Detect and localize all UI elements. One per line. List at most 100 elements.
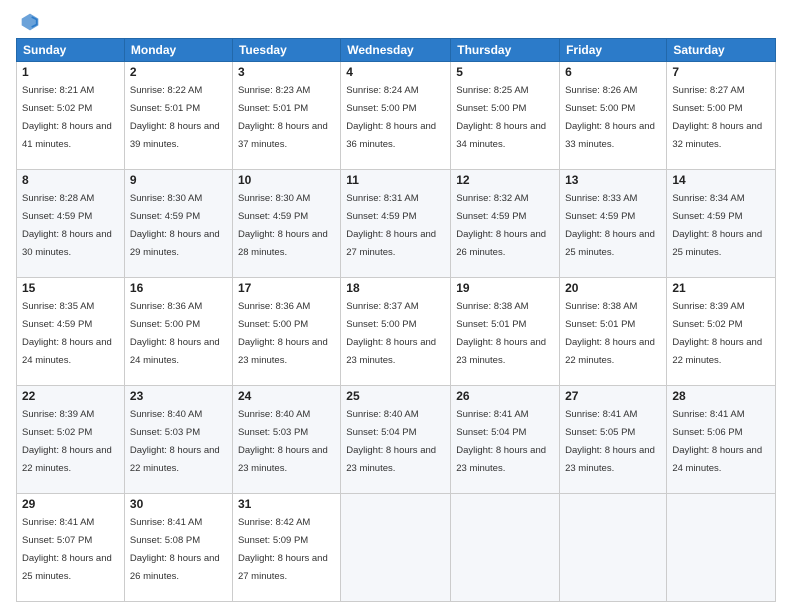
weekday-header: Sunday (17, 39, 125, 62)
day-info: Sunrise: 8:40 AMSunset: 5:03 PMDaylight:… (238, 409, 328, 474)
calendar-cell: 10 Sunrise: 8:30 AMSunset: 4:59 PMDaylig… (232, 170, 340, 278)
calendar-cell: 28 Sunrise: 8:41 AMSunset: 5:06 PMDaylig… (667, 386, 776, 494)
day-info: Sunrise: 8:27 AMSunset: 5:00 PMDaylight:… (672, 85, 762, 150)
weekday-header: Wednesday (341, 39, 451, 62)
calendar-cell: 24 Sunrise: 8:40 AMSunset: 5:03 PMDaylig… (232, 386, 340, 494)
day-info: Sunrise: 8:42 AMSunset: 5:09 PMDaylight:… (238, 517, 328, 582)
day-number: 10 (238, 173, 335, 187)
calendar: SundayMondayTuesdayWednesdayThursdayFrid… (16, 38, 776, 602)
day-info: Sunrise: 8:32 AMSunset: 4:59 PMDaylight:… (456, 193, 546, 258)
calendar-cell: 7 Sunrise: 8:27 AMSunset: 5:00 PMDayligh… (667, 62, 776, 170)
day-number: 4 (346, 65, 445, 79)
day-info: Sunrise: 8:39 AMSunset: 5:02 PMDaylight:… (22, 409, 112, 474)
day-info: Sunrise: 8:25 AMSunset: 5:00 PMDaylight:… (456, 85, 546, 150)
day-info: Sunrise: 8:41 AMSunset: 5:05 PMDaylight:… (565, 409, 655, 474)
calendar-cell: 18 Sunrise: 8:37 AMSunset: 5:00 PMDaylig… (341, 278, 451, 386)
day-number: 20 (565, 281, 661, 295)
day-number: 21 (672, 281, 770, 295)
day-number: 11 (346, 173, 445, 187)
calendar-header-row: SundayMondayTuesdayWednesdayThursdayFrid… (17, 39, 776, 62)
calendar-week-row: 15 Sunrise: 8:35 AMSunset: 4:59 PMDaylig… (17, 278, 776, 386)
day-info: Sunrise: 8:39 AMSunset: 5:02 PMDaylight:… (672, 301, 762, 366)
day-info: Sunrise: 8:33 AMSunset: 4:59 PMDaylight:… (565, 193, 655, 258)
calendar-cell: 26 Sunrise: 8:41 AMSunset: 5:04 PMDaylig… (451, 386, 560, 494)
logo-area (16, 12, 42, 32)
day-number: 12 (456, 173, 554, 187)
day-info: Sunrise: 8:38 AMSunset: 5:01 PMDaylight:… (456, 301, 546, 366)
day-number: 30 (130, 497, 227, 511)
calendar-cell: 9 Sunrise: 8:30 AMSunset: 4:59 PMDayligh… (124, 170, 232, 278)
weekday-header: Friday (560, 39, 667, 62)
day-number: 13 (565, 173, 661, 187)
calendar-cell: 21 Sunrise: 8:39 AMSunset: 5:02 PMDaylig… (667, 278, 776, 386)
day-number: 28 (672, 389, 770, 403)
day-number: 3 (238, 65, 335, 79)
calendar-cell (667, 494, 776, 602)
calendar-cell: 1 Sunrise: 8:21 AMSunset: 5:02 PMDayligh… (17, 62, 125, 170)
calendar-cell: 30 Sunrise: 8:41 AMSunset: 5:08 PMDaylig… (124, 494, 232, 602)
calendar-cell: 5 Sunrise: 8:25 AMSunset: 5:00 PMDayligh… (451, 62, 560, 170)
day-info: Sunrise: 8:22 AMSunset: 5:01 PMDaylight:… (130, 85, 220, 150)
day-number: 9 (130, 173, 227, 187)
day-number: 7 (672, 65, 770, 79)
day-info: Sunrise: 8:36 AMSunset: 5:00 PMDaylight:… (238, 301, 328, 366)
day-number: 23 (130, 389, 227, 403)
calendar-cell: 13 Sunrise: 8:33 AMSunset: 4:59 PMDaylig… (560, 170, 667, 278)
day-number: 15 (22, 281, 119, 295)
calendar-cell: 20 Sunrise: 8:38 AMSunset: 5:01 PMDaylig… (560, 278, 667, 386)
day-info: Sunrise: 8:30 AMSunset: 4:59 PMDaylight:… (130, 193, 220, 258)
calendar-cell (560, 494, 667, 602)
day-info: Sunrise: 8:34 AMSunset: 4:59 PMDaylight:… (672, 193, 762, 258)
day-info: Sunrise: 8:41 AMSunset: 5:06 PMDaylight:… (672, 409, 762, 474)
weekday-header: Saturday (667, 39, 776, 62)
day-info: Sunrise: 8:38 AMSunset: 5:01 PMDaylight:… (565, 301, 655, 366)
day-number: 6 (565, 65, 661, 79)
day-number: 29 (22, 497, 119, 511)
day-info: Sunrise: 8:40 AMSunset: 5:04 PMDaylight:… (346, 409, 436, 474)
calendar-cell: 27 Sunrise: 8:41 AMSunset: 5:05 PMDaylig… (560, 386, 667, 494)
calendar-cell: 22 Sunrise: 8:39 AMSunset: 5:02 PMDaylig… (17, 386, 125, 494)
calendar-cell: 6 Sunrise: 8:26 AMSunset: 5:00 PMDayligh… (560, 62, 667, 170)
calendar-cell: 31 Sunrise: 8:42 AMSunset: 5:09 PMDaylig… (232, 494, 340, 602)
day-info: Sunrise: 8:21 AMSunset: 5:02 PMDaylight:… (22, 85, 112, 150)
calendar-cell: 2 Sunrise: 8:22 AMSunset: 5:01 PMDayligh… (124, 62, 232, 170)
page: SundayMondayTuesdayWednesdayThursdayFrid… (0, 0, 792, 612)
calendar-cell: 19 Sunrise: 8:38 AMSunset: 5:01 PMDaylig… (451, 278, 560, 386)
day-number: 2 (130, 65, 227, 79)
header (16, 12, 776, 32)
calendar-week-row: 22 Sunrise: 8:39 AMSunset: 5:02 PMDaylig… (17, 386, 776, 494)
day-info: Sunrise: 8:35 AMSunset: 4:59 PMDaylight:… (22, 301, 112, 366)
day-number: 5 (456, 65, 554, 79)
calendar-cell: 16 Sunrise: 8:36 AMSunset: 5:00 PMDaylig… (124, 278, 232, 386)
day-number: 26 (456, 389, 554, 403)
day-info: Sunrise: 8:31 AMSunset: 4:59 PMDaylight:… (346, 193, 436, 258)
day-info: Sunrise: 8:26 AMSunset: 5:00 PMDaylight:… (565, 85, 655, 150)
calendar-cell: 15 Sunrise: 8:35 AMSunset: 4:59 PMDaylig… (17, 278, 125, 386)
day-number: 14 (672, 173, 770, 187)
calendar-week-row: 8 Sunrise: 8:28 AMSunset: 4:59 PMDayligh… (17, 170, 776, 278)
day-info: Sunrise: 8:24 AMSunset: 5:00 PMDaylight:… (346, 85, 436, 150)
day-number: 17 (238, 281, 335, 295)
day-number: 24 (238, 389, 335, 403)
day-info: Sunrise: 8:37 AMSunset: 5:00 PMDaylight:… (346, 301, 436, 366)
day-info: Sunrise: 8:40 AMSunset: 5:03 PMDaylight:… (130, 409, 220, 474)
day-number: 31 (238, 497, 335, 511)
day-number: 22 (22, 389, 119, 403)
logo (16, 12, 42, 32)
day-info: Sunrise: 8:28 AMSunset: 4:59 PMDaylight:… (22, 193, 112, 258)
weekday-header: Thursday (451, 39, 560, 62)
calendar-cell: 23 Sunrise: 8:40 AMSunset: 5:03 PMDaylig… (124, 386, 232, 494)
calendar-week-row: 29 Sunrise: 8:41 AMSunset: 5:07 PMDaylig… (17, 494, 776, 602)
calendar-cell: 17 Sunrise: 8:36 AMSunset: 5:00 PMDaylig… (232, 278, 340, 386)
day-number: 1 (22, 65, 119, 79)
day-info: Sunrise: 8:23 AMSunset: 5:01 PMDaylight:… (238, 85, 328, 150)
day-number: 19 (456, 281, 554, 295)
calendar-cell (451, 494, 560, 602)
day-info: Sunrise: 8:41 AMSunset: 5:07 PMDaylight:… (22, 517, 112, 582)
calendar-body: 1 Sunrise: 8:21 AMSunset: 5:02 PMDayligh… (17, 62, 776, 602)
calendar-week-row: 1 Sunrise: 8:21 AMSunset: 5:02 PMDayligh… (17, 62, 776, 170)
calendar-cell: 4 Sunrise: 8:24 AMSunset: 5:00 PMDayligh… (341, 62, 451, 170)
day-number: 25 (346, 389, 445, 403)
weekday-header: Monday (124, 39, 232, 62)
calendar-cell: 29 Sunrise: 8:41 AMSunset: 5:07 PMDaylig… (17, 494, 125, 602)
